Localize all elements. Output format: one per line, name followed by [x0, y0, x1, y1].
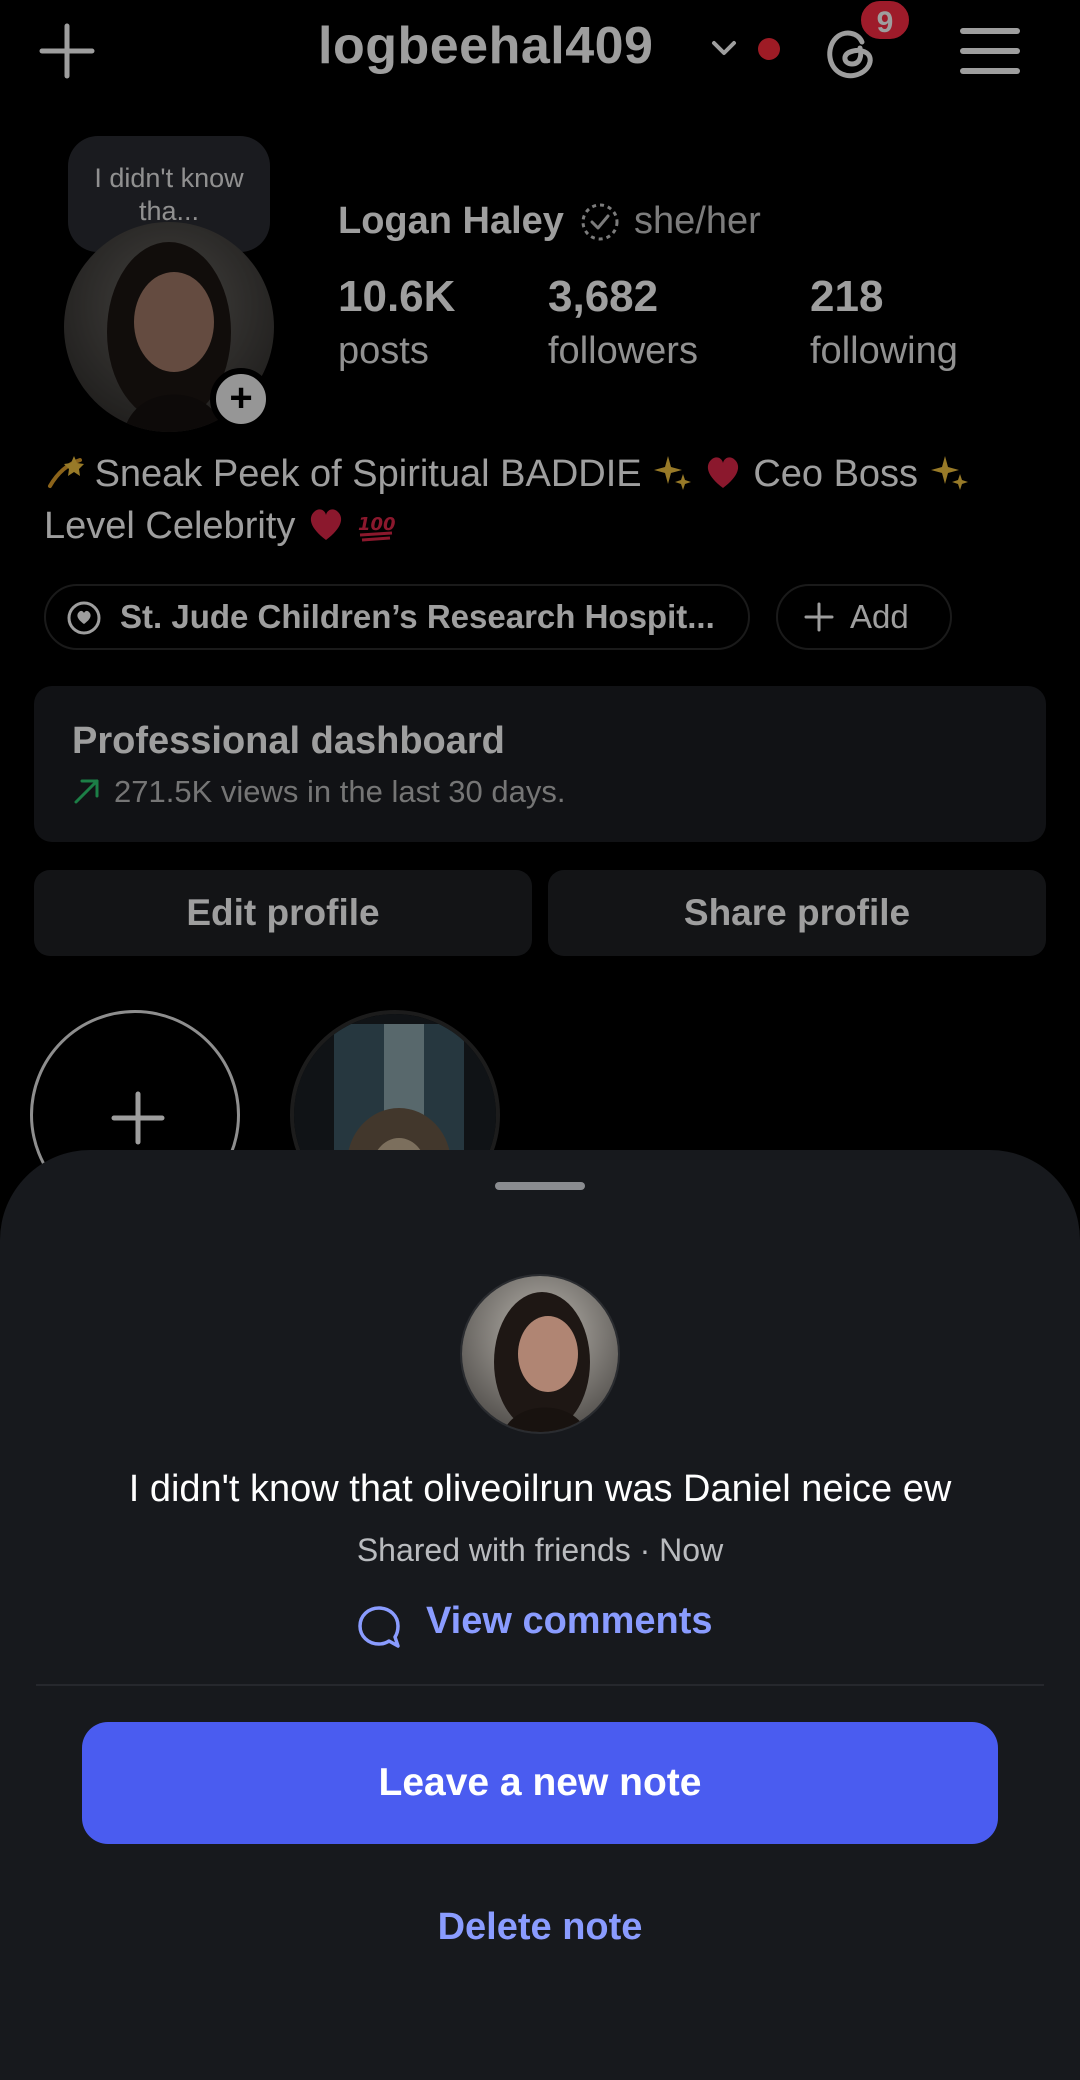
stat-label: posts	[338, 330, 429, 372]
menu-icon[interactable]	[960, 28, 1020, 78]
stat-followers[interactable]: 3,682 followers	[548, 272, 698, 373]
stat-following[interactable]: 218 following	[810, 272, 958, 373]
comment-bubble-icon	[358, 1606, 400, 1648]
trend-up-arrow-icon	[74, 779, 99, 804]
chevron-down-icon[interactable]	[708, 32, 740, 64]
drag-handle[interactable]	[495, 1182, 585, 1190]
profile-bio: Sneak Peek of Spiritual BADDIE Ceo Boss …	[44, 448, 1044, 552]
meta-verified-icon[interactable]	[578, 200, 622, 244]
plus-icon	[111, 1091, 165, 1145]
dashboard-views: 271.5K views in the last 30 days.	[114, 774, 566, 809]
sparkles-icon	[930, 456, 968, 490]
charity-heart-icon	[67, 601, 101, 635]
hundred-points-icon: 100	[358, 514, 396, 542]
red-heart-icon	[310, 509, 342, 540]
fundraiser-chip[interactable]: St. Jude Children’s Research Hospit...	[44, 584, 750, 650]
stat-value: 218	[810, 272, 884, 321]
professional-dashboard[interactable]: Professional dashboard 271.5K views in t…	[34, 686, 1046, 842]
stat-label: followers	[548, 330, 698, 372]
add-note-plus-icon[interactable]: +	[210, 368, 272, 430]
note-avatar	[460, 1274, 620, 1434]
edit-profile-button[interactable]: Edit profile	[34, 870, 532, 956]
profile-screen: logbeehal409 9 I didn't know tha... + Lo…	[0, 0, 1080, 1220]
dashboard-title: Professional dashboard	[72, 720, 505, 762]
bio-text: Ceo Boss	[753, 453, 919, 495]
notification-badge: 9	[858, 0, 912, 42]
account-username[interactable]: logbeehal409	[318, 16, 653, 76]
leave-new-note-button[interactable]: Leave a new note	[82, 1722, 998, 1844]
divider	[36, 1684, 1044, 1686]
add-label: Add	[850, 598, 909, 635]
top-bar: logbeehal409 9	[0, 0, 1080, 104]
fundraiser-label: St. Jude Children’s Research Hospit...	[120, 598, 715, 635]
stat-value: 10.6K	[338, 272, 456, 321]
view-comments-label: View comments	[426, 1600, 713, 1642]
delete-note-button[interactable]: Delete note	[0, 1906, 1080, 1949]
plus-icon	[804, 602, 834, 632]
bio-text: Level Celebrity	[44, 505, 296, 547]
create-plus-icon[interactable]	[38, 22, 96, 80]
red-heart-icon	[707, 457, 738, 488]
note-bottom-sheet: I didn't know that oliveoilrun was Danie…	[0, 1150, 1080, 2080]
bio-text: Sneak Peek of Spiritual BADDIE	[94, 453, 642, 495]
sparkles-icon	[654, 456, 692, 490]
unread-dot	[758, 38, 780, 60]
stat-label: following	[810, 330, 958, 372]
add-chip-button[interactable]: Add	[776, 584, 952, 650]
share-profile-button[interactable]: Share profile	[548, 870, 1046, 956]
stat-value: 3,682	[548, 272, 659, 321]
pronouns: she/her	[634, 200, 761, 242]
display-name: Logan Haley	[338, 200, 564, 242]
dizzy-star-icon	[48, 456, 84, 488]
note-meta: Shared with friends · Now	[356, 1532, 724, 1568]
note-text: I didn't know that oliveoilrun was Danie…	[128, 1468, 952, 1510]
stat-posts[interactable]: 10.6K posts	[338, 272, 455, 373]
